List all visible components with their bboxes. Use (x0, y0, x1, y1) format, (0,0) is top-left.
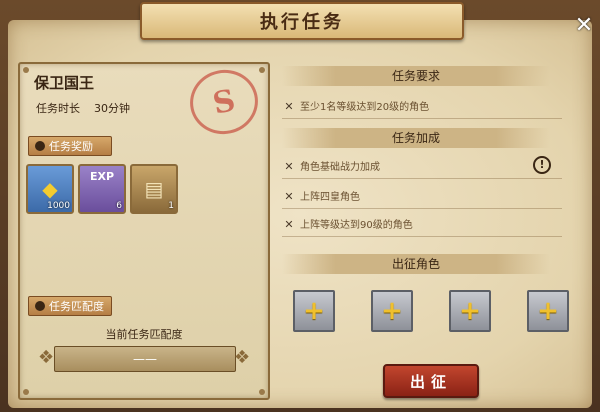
info-alert-icon[interactable]: ! (533, 156, 551, 174)
crossed-swords-icon: ✕ (284, 160, 294, 173)
requirement-row: ✕ 至少1名等级达到20级的角色 (282, 96, 562, 119)
duration-label: 任务时长 (36, 102, 80, 115)
requirements-header: 任务要求 (282, 66, 550, 86)
match-value-bar: —— (54, 346, 236, 372)
bonus-row: ✕ 角色基础战力加成 (282, 156, 562, 179)
reward-count: 6 (116, 201, 122, 211)
page-title: 执行任务 (140, 2, 464, 40)
mission-name: 保卫国王 (34, 74, 95, 92)
crossed-swords-icon: ✕ (284, 218, 294, 231)
add-icon: + (537, 296, 559, 326)
ornament-right-icon: ❖ (234, 347, 251, 368)
bonus-text: 上阵四皇角色 (300, 192, 360, 203)
match-label: 当前任务匹配度 (105, 328, 183, 341)
corner-stud (259, 389, 265, 395)
reward-item-gold[interactable]: ◆ 1000 (26, 164, 74, 214)
match-tag-label: 任务匹配度 (49, 300, 104, 313)
duration-value: 30分钟 (94, 102, 130, 115)
bonus-row: ✕ 上阵等级达到90级的角色 (282, 214, 562, 237)
reward-count: 1 (168, 201, 174, 211)
add-icon: + (303, 296, 325, 326)
requirement-text: 至少1名等级达到20级的角色 (300, 102, 430, 113)
bonus-text: 角色基础战力加成 (300, 162, 380, 173)
crossed-swords-icon: ✕ (284, 190, 294, 203)
mission-info-panel: 保卫国王 任务时长 30分钟 S 任务奖励 ◆ 1000 EXP 6 ▤ 1 任… (18, 62, 270, 400)
reward-item-scroll[interactable]: ▤ 1 (130, 164, 178, 214)
reward-count: 1000 (47, 201, 70, 211)
wanted-stamp-icon: S (184, 63, 264, 141)
rewards-tag: 任务奖励 (28, 136, 112, 156)
crossed-swords-icon: ✕ (284, 100, 294, 113)
deploy-header: 出征角色 (282, 254, 550, 274)
character-slot-4[interactable]: + (527, 290, 569, 332)
ornament-left-icon: ❖ (38, 347, 55, 368)
match-tag: 任务匹配度 (28, 296, 112, 316)
character-slot-2[interactable]: + (371, 290, 413, 332)
bonus-row: ✕ 上阵四皇角色 (282, 186, 562, 209)
bonuses-header: 任务加成 (282, 128, 550, 148)
character-slot-1[interactable]: + (293, 290, 335, 332)
add-icon: + (459, 296, 481, 326)
add-icon: + (381, 296, 403, 326)
bullet-icon (35, 141, 45, 151)
corner-stud (23, 389, 29, 395)
corner-stud (23, 67, 29, 73)
close-icon[interactable]: ✕ (572, 14, 596, 38)
bonus-text: 上阵等级达到90级的角色 (300, 220, 413, 231)
deploy-button[interactable]: 出征 (383, 364, 479, 398)
reward-item-exp[interactable]: EXP 6 (78, 164, 126, 214)
rewards-tag-label: 任务奖励 (49, 140, 93, 153)
character-slot-3[interactable]: + (449, 290, 491, 332)
corner-stud (259, 67, 265, 73)
bullet-icon (35, 301, 45, 311)
